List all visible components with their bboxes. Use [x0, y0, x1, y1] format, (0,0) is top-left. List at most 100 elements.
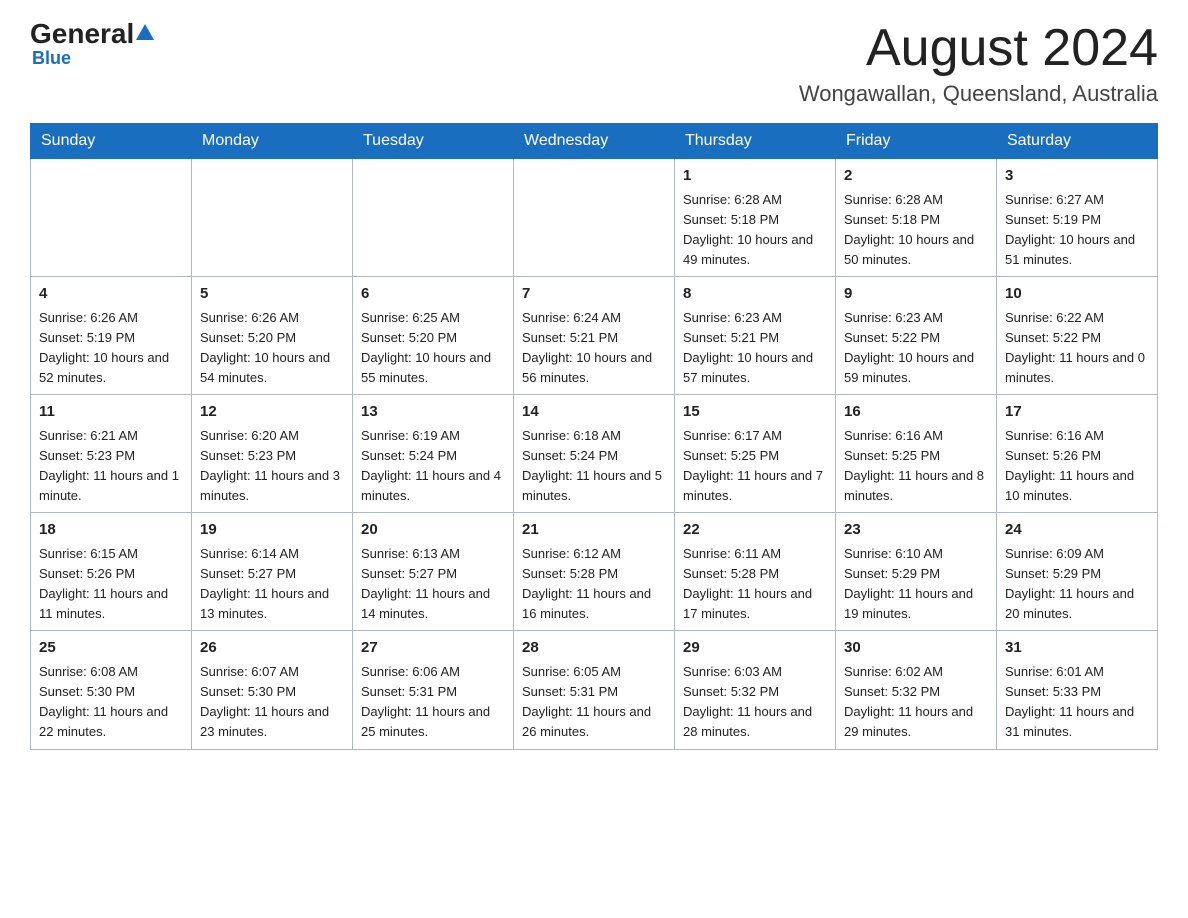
day-info: Sunrise: 6:24 AMSunset: 5:21 PMDaylight:… — [522, 308, 666, 389]
month-title: August 2024 — [799, 20, 1158, 77]
calendar-cell: 21Sunrise: 6:12 AMSunset: 5:28 PMDayligh… — [514, 513, 675, 631]
day-number: 19 — [200, 519, 344, 542]
day-number: 1 — [683, 165, 827, 188]
day-number: 25 — [39, 637, 183, 660]
calendar-cell: 15Sunrise: 6:17 AMSunset: 5:25 PMDayligh… — [675, 395, 836, 513]
day-info: Sunrise: 6:19 AMSunset: 5:24 PMDaylight:… — [361, 426, 505, 507]
day-number: 27 — [361, 637, 505, 660]
weekday-header-monday: Monday — [192, 124, 353, 159]
day-number: 21 — [522, 519, 666, 542]
day-info: Sunrise: 6:03 AMSunset: 5:32 PMDaylight:… — [683, 662, 827, 743]
week-row-5: 25Sunrise: 6:08 AMSunset: 5:30 PMDayligh… — [31, 631, 1158, 749]
day-info: Sunrise: 6:09 AMSunset: 5:29 PMDaylight:… — [1005, 544, 1149, 625]
day-info: Sunrise: 6:11 AMSunset: 5:28 PMDaylight:… — [683, 544, 827, 625]
calendar-cell — [353, 159, 514, 277]
weekday-header-row: SundayMondayTuesdayWednesdayThursdayFrid… — [31, 124, 1158, 159]
calendar-cell: 12Sunrise: 6:20 AMSunset: 5:23 PMDayligh… — [192, 395, 353, 513]
weekday-header-sunday: Sunday — [31, 124, 192, 159]
day-number: 6 — [361, 283, 505, 306]
logo: General Blue — [30, 20, 156, 69]
day-number: 12 — [200, 401, 344, 424]
calendar-cell: 8Sunrise: 6:23 AMSunset: 5:21 PMDaylight… — [675, 277, 836, 395]
calendar-cell — [31, 159, 192, 277]
week-row-3: 11Sunrise: 6:21 AMSunset: 5:23 PMDayligh… — [31, 395, 1158, 513]
calendar-cell: 16Sunrise: 6:16 AMSunset: 5:25 PMDayligh… — [836, 395, 997, 513]
calendar-cell — [192, 159, 353, 277]
weekday-header-saturday: Saturday — [997, 124, 1158, 159]
day-info: Sunrise: 6:16 AMSunset: 5:25 PMDaylight:… — [844, 426, 988, 507]
week-row-1: 1Sunrise: 6:28 AMSunset: 5:18 PMDaylight… — [31, 159, 1158, 277]
day-number: 4 — [39, 283, 183, 306]
day-info: Sunrise: 6:21 AMSunset: 5:23 PMDaylight:… — [39, 426, 183, 507]
week-row-4: 18Sunrise: 6:15 AMSunset: 5:26 PMDayligh… — [31, 513, 1158, 631]
calendar-cell: 30Sunrise: 6:02 AMSunset: 5:32 PMDayligh… — [836, 631, 997, 749]
day-info: Sunrise: 6:28 AMSunset: 5:18 PMDaylight:… — [683, 190, 827, 271]
calendar-cell: 2Sunrise: 6:28 AMSunset: 5:18 PMDaylight… — [836, 159, 997, 277]
day-number: 9 — [844, 283, 988, 306]
calendar-cell: 19Sunrise: 6:14 AMSunset: 5:27 PMDayligh… — [192, 513, 353, 631]
day-number: 31 — [1005, 637, 1149, 660]
day-info: Sunrise: 6:06 AMSunset: 5:31 PMDaylight:… — [361, 662, 505, 743]
day-info: Sunrise: 6:05 AMSunset: 5:31 PMDaylight:… — [522, 662, 666, 743]
calendar-cell: 4Sunrise: 6:26 AMSunset: 5:19 PMDaylight… — [31, 277, 192, 395]
week-row-2: 4Sunrise: 6:26 AMSunset: 5:19 PMDaylight… — [31, 277, 1158, 395]
location-title: Wongawallan, Queensland, Australia — [799, 81, 1158, 107]
calendar-cell: 28Sunrise: 6:05 AMSunset: 5:31 PMDayligh… — [514, 631, 675, 749]
day-info: Sunrise: 6:17 AMSunset: 5:25 PMDaylight:… — [683, 426, 827, 507]
weekday-header-tuesday: Tuesday — [353, 124, 514, 159]
day-number: 29 — [683, 637, 827, 660]
day-info: Sunrise: 6:20 AMSunset: 5:23 PMDaylight:… — [200, 426, 344, 507]
calendar-cell: 3Sunrise: 6:27 AMSunset: 5:19 PMDaylight… — [997, 159, 1158, 277]
calendar-cell: 25Sunrise: 6:08 AMSunset: 5:30 PMDayligh… — [31, 631, 192, 749]
logo-triangle-icon — [136, 24, 154, 40]
day-number: 7 — [522, 283, 666, 306]
day-info: Sunrise: 6:12 AMSunset: 5:28 PMDaylight:… — [522, 544, 666, 625]
weekday-header-thursday: Thursday — [675, 124, 836, 159]
day-info: Sunrise: 6:26 AMSunset: 5:19 PMDaylight:… — [39, 308, 183, 389]
calendar-cell: 9Sunrise: 6:23 AMSunset: 5:22 PMDaylight… — [836, 277, 997, 395]
day-info: Sunrise: 6:23 AMSunset: 5:22 PMDaylight:… — [844, 308, 988, 389]
day-info: Sunrise: 6:02 AMSunset: 5:32 PMDaylight:… — [844, 662, 988, 743]
day-info: Sunrise: 6:16 AMSunset: 5:26 PMDaylight:… — [1005, 426, 1149, 507]
calendar-cell: 24Sunrise: 6:09 AMSunset: 5:29 PMDayligh… — [997, 513, 1158, 631]
page-header: General Blue August 2024 Wongawallan, Qu… — [30, 20, 1158, 107]
calendar-cell: 7Sunrise: 6:24 AMSunset: 5:21 PMDaylight… — [514, 277, 675, 395]
day-number: 8 — [683, 283, 827, 306]
day-number: 11 — [39, 401, 183, 424]
weekday-header-wednesday: Wednesday — [514, 124, 675, 159]
calendar-cell: 6Sunrise: 6:25 AMSunset: 5:20 PMDaylight… — [353, 277, 514, 395]
day-number: 14 — [522, 401, 666, 424]
weekday-header-friday: Friday — [836, 124, 997, 159]
day-info: Sunrise: 6:14 AMSunset: 5:27 PMDaylight:… — [200, 544, 344, 625]
calendar-cell: 20Sunrise: 6:13 AMSunset: 5:27 PMDayligh… — [353, 513, 514, 631]
day-info: Sunrise: 6:28 AMSunset: 5:18 PMDaylight:… — [844, 190, 988, 271]
day-number: 13 — [361, 401, 505, 424]
day-number: 15 — [683, 401, 827, 424]
day-info: Sunrise: 6:13 AMSunset: 5:27 PMDaylight:… — [361, 544, 505, 625]
calendar-cell — [514, 159, 675, 277]
calendar-cell: 1Sunrise: 6:28 AMSunset: 5:18 PMDaylight… — [675, 159, 836, 277]
calendar-cell: 5Sunrise: 6:26 AMSunset: 5:20 PMDaylight… — [192, 277, 353, 395]
day-info: Sunrise: 6:23 AMSunset: 5:21 PMDaylight:… — [683, 308, 827, 389]
day-number: 24 — [1005, 519, 1149, 542]
day-info: Sunrise: 6:27 AMSunset: 5:19 PMDaylight:… — [1005, 190, 1149, 271]
day-number: 10 — [1005, 283, 1149, 306]
day-number: 2 — [844, 165, 988, 188]
day-info: Sunrise: 6:18 AMSunset: 5:24 PMDaylight:… — [522, 426, 666, 507]
calendar-cell: 18Sunrise: 6:15 AMSunset: 5:26 PMDayligh… — [31, 513, 192, 631]
calendar-cell: 29Sunrise: 6:03 AMSunset: 5:32 PMDayligh… — [675, 631, 836, 749]
day-info: Sunrise: 6:15 AMSunset: 5:26 PMDaylight:… — [39, 544, 183, 625]
logo-blue-text: Blue — [32, 48, 71, 69]
day-number: 18 — [39, 519, 183, 542]
day-info: Sunrise: 6:07 AMSunset: 5:30 PMDaylight:… — [200, 662, 344, 743]
calendar-cell: 10Sunrise: 6:22 AMSunset: 5:22 PMDayligh… — [997, 277, 1158, 395]
calendar-table: SundayMondayTuesdayWednesdayThursdayFrid… — [30, 123, 1158, 749]
calendar-cell: 17Sunrise: 6:16 AMSunset: 5:26 PMDayligh… — [997, 395, 1158, 513]
calendar-cell: 11Sunrise: 6:21 AMSunset: 5:23 PMDayligh… — [31, 395, 192, 513]
day-number: 5 — [200, 283, 344, 306]
calendar-cell: 13Sunrise: 6:19 AMSunset: 5:24 PMDayligh… — [353, 395, 514, 513]
day-info: Sunrise: 6:08 AMSunset: 5:30 PMDaylight:… — [39, 662, 183, 743]
day-number: 3 — [1005, 165, 1149, 188]
day-number: 23 — [844, 519, 988, 542]
day-number: 30 — [844, 637, 988, 660]
